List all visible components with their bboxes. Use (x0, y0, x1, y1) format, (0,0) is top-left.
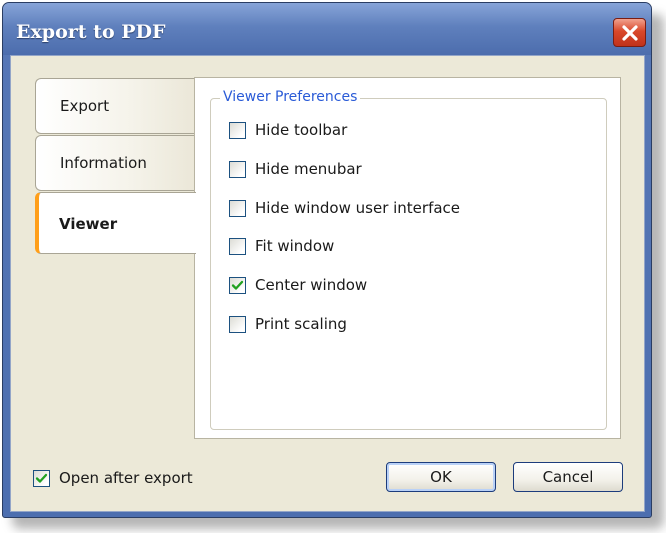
option-label: Center window (255, 276, 368, 294)
dialog-body: Export Information Viewer Viewer Prefere… (10, 55, 645, 512)
close-button[interactable] (613, 18, 646, 47)
option-label: Fit window (255, 237, 335, 255)
open-after-export-label: Open after export (59, 469, 193, 487)
checkbox[interactable] (229, 315, 246, 333)
viewer-preferences-group: Viewer Preferences Hide toolbar Hide men… (210, 89, 607, 430)
tab-viewer[interactable]: Viewer (35, 192, 196, 254)
tab-label: Information (60, 154, 147, 172)
checkbox[interactable] (229, 199, 246, 217)
checkmark-icon (35, 473, 48, 483)
viewer-tab-panel: Viewer Preferences Hide toolbar Hide men… (194, 77, 621, 439)
option-print-scaling[interactable]: Print scaling (229, 314, 347, 334)
option-hide-toolbar[interactable]: Hide toolbar (229, 120, 347, 140)
title-bar[interactable]: Export to PDF (3, 3, 651, 55)
option-fit-window[interactable]: Fit window (229, 236, 334, 256)
option-label: Hide menubar (255, 160, 362, 178)
ok-button[interactable]: OK (386, 462, 496, 492)
checkbox[interactable] (229, 121, 246, 139)
tab-information[interactable]: Information (35, 135, 195, 191)
tab-label: Export (60, 97, 110, 115)
option-hide-menubar[interactable]: Hide menubar (229, 159, 362, 179)
option-hide-window-ui[interactable]: Hide window user interface (229, 198, 460, 218)
open-after-export[interactable]: Open after export (33, 469, 193, 487)
checkbox[interactable] (229, 237, 246, 255)
checkmark-icon (231, 280, 244, 290)
dialog-title: Export to PDF (16, 21, 166, 43)
option-label: Hide toolbar (255, 121, 348, 139)
tab-label: Viewer (59, 215, 118, 233)
tab-export[interactable]: Export (35, 78, 195, 134)
option-label: Hide window user interface (255, 199, 461, 217)
close-icon (621, 24, 638, 41)
option-label: Print scaling (255, 315, 347, 333)
checkbox[interactable] (229, 276, 246, 294)
group-title: Viewer Preferences (220, 89, 361, 105)
checkbox[interactable] (229, 160, 246, 178)
export-pdf-dialog: Export to PDF Export Information Viewer … (2, 2, 652, 518)
open-after-export-checkbox[interactable] (33, 469, 50, 487)
cancel-button[interactable]: Cancel (513, 462, 623, 492)
option-center-window[interactable]: Center window (229, 275, 367, 295)
